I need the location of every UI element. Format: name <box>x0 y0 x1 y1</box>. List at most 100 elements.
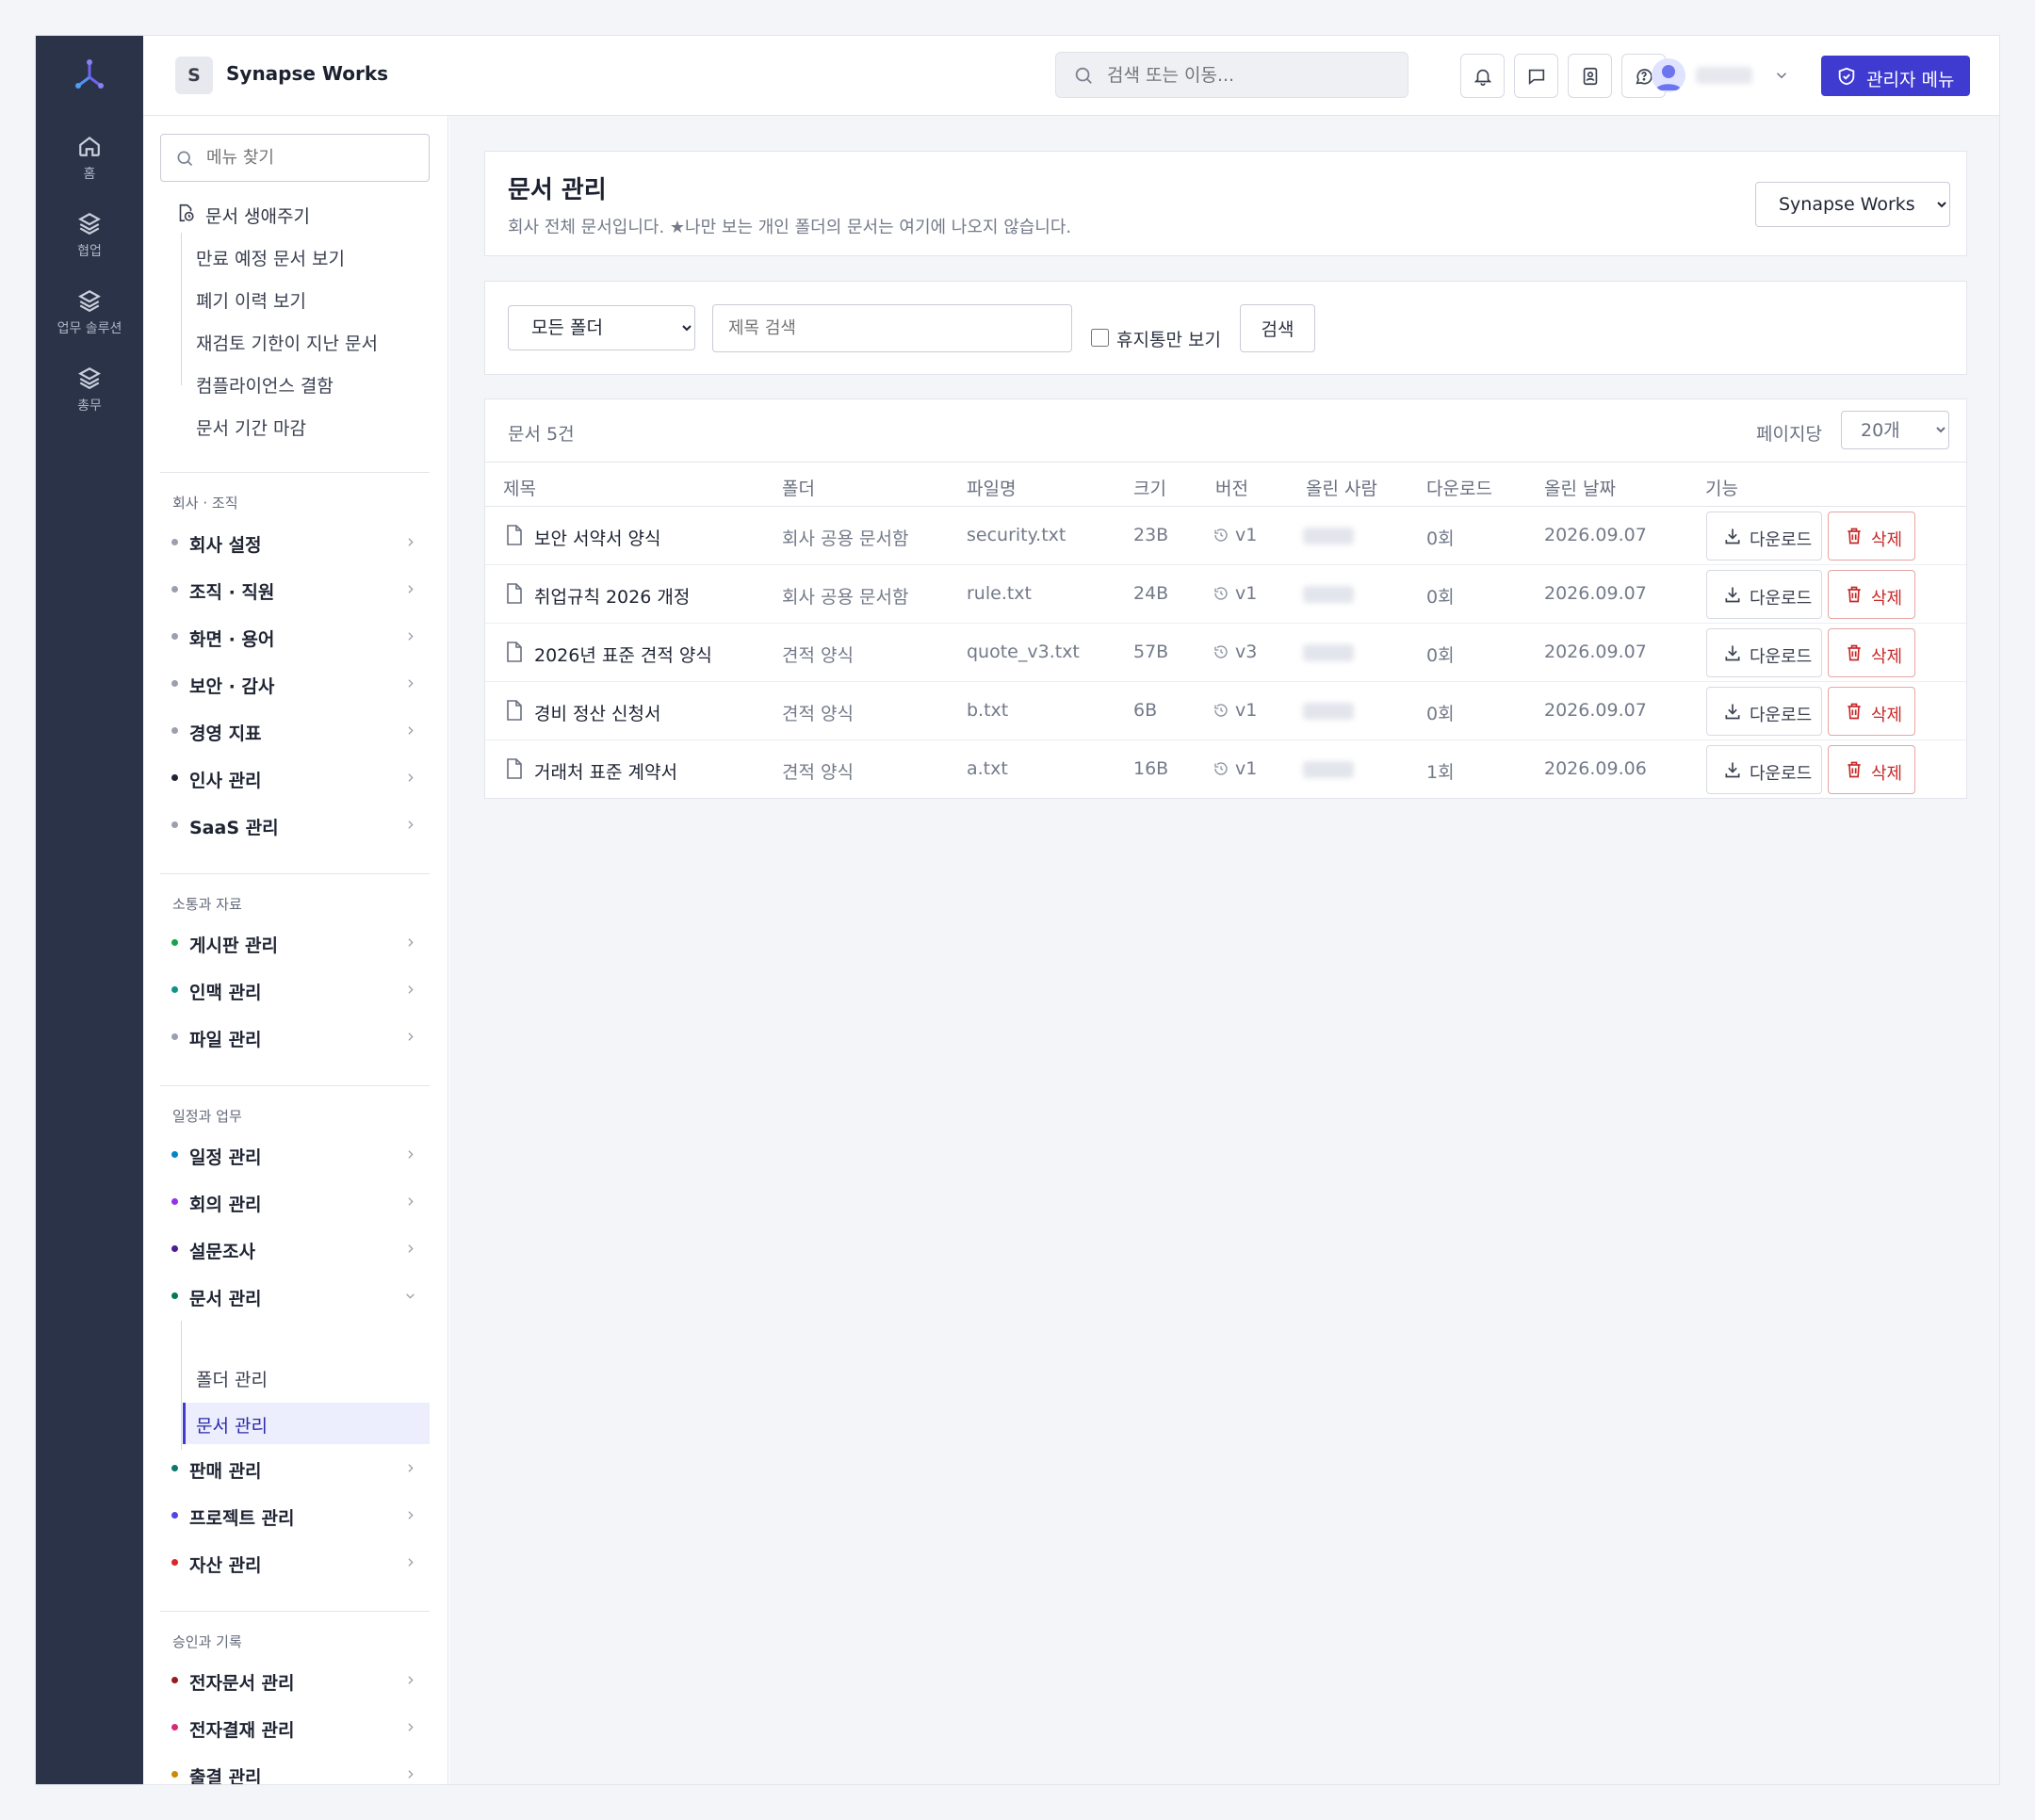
lifecycle-item[interactable]: 만료 예정 문서 보기 <box>196 245 345 270</box>
rail-item-solutions[interactable]: 업무 솔루션 <box>36 288 143 337</box>
nav-item-saas[interactable]: SaaS 관리 <box>160 806 430 842</box>
delete-button[interactable]: 삭제 <box>1828 687 1915 736</box>
file-icon <box>507 583 522 604</box>
cell-size: 57B <box>1133 642 1169 662</box>
cell-date: 2026.09.07 <box>1544 525 1647 545</box>
nav-item-schedule[interactable]: 일정 관리 <box>160 1136 430 1172</box>
messages-button[interactable] <box>1514 54 1558 98</box>
nav-item-sales[interactable]: 판매 관리 <box>160 1450 430 1486</box>
title-search-input[interactable] <box>712 304 1072 352</box>
rail-item-collab[interactable]: 협업 <box>36 211 143 260</box>
cell-folder: 견적 양식 <box>782 645 854 666</box>
menu-search-input[interactable] <box>206 135 423 181</box>
nav-label: 회의 관리 <box>189 1194 262 1215</box>
folder-select[interactable]: 모든 폴더 <box>508 305 695 350</box>
nav-item-files[interactable]: 파일 관리 <box>160 1018 430 1054</box>
sub-item-folder-mgmt[interactable]: 폴더 관리 <box>196 1366 268 1391</box>
bell-icon <box>1473 69 1492 86</box>
table-row[interactable]: 보안 서약서 양식 회사 공용 문서함 security.txt 23B v1 … <box>485 507 1966 565</box>
section-divider <box>160 1085 430 1086</box>
column-header: 기능 <box>1705 479 1738 499</box>
column-header: 버전 <box>1215 479 1248 499</box>
nav-item-meeting[interactable]: 회의 관리 <box>160 1183 430 1219</box>
rail-item-general[interactable]: 총무 <box>36 366 143 414</box>
download-button[interactable]: 다운로드 <box>1706 745 1822 794</box>
lifecycle-item[interactable]: 문서 기간 마감 <box>196 414 306 440</box>
chevron-right-icon <box>408 1676 414 1684</box>
cell-title[interactable]: 보안 서약서 양식 <box>534 525 660 550</box>
download-button[interactable]: 다운로드 <box>1706 570 1822 619</box>
menu-search[interactable] <box>160 134 430 182</box>
uploader-redacted <box>1303 761 1354 778</box>
nav-item-mgmt-metrics[interactable]: 경영 지표 <box>160 712 430 748</box>
cell-title[interactable]: 취업규칙 2026 개정 <box>534 583 690 609</box>
nav-item-screen-terms[interactable]: 화면 · 용어 <box>160 618 430 654</box>
nav-dot <box>171 1559 178 1566</box>
global-search[interactable] <box>1055 52 1408 98</box>
cell-title[interactable]: 경비 정산 신청서 <box>534 700 660 725</box>
section-title: 소통과 자료 <box>172 896 242 913</box>
lifecycle-item[interactable]: 폐기 이력 보기 <box>196 287 306 313</box>
table-body: 보안 서약서 양식 회사 공용 문서함 security.txt 23B v1 … <box>485 507 1966 799</box>
lifecycle-item[interactable]: 컴플라이언스 결함 <box>196 372 334 398</box>
download-button[interactable]: 다운로드 <box>1706 512 1822 561</box>
app-logo-icon[interactable] <box>72 57 107 92</box>
nav-item-e-approval[interactable]: 전자결재 관리 <box>160 1709 430 1745</box>
nav-label: 보안 · 감사 <box>189 676 275 697</box>
nav-dot <box>171 1292 178 1299</box>
chevron-down-icon[interactable] <box>1773 67 1790 84</box>
download-button[interactable]: 다운로드 <box>1706 628 1822 677</box>
global-search-input[interactable] <box>1107 53 1399 97</box>
cell-title[interactable]: 2026년 표준 견적 양식 <box>534 642 712 667</box>
nav-item-attendance[interactable]: 출결 관리 <box>160 1756 430 1784</box>
nav-label: 조직 · 직원 <box>189 582 275 603</box>
nav-label: 전자문서 관리 <box>189 1673 295 1694</box>
lifecycle-item[interactable]: 재검토 기한이 지난 문서 <box>196 330 378 355</box>
nav-label: 판매 관리 <box>189 1461 262 1482</box>
nav-item-security-audit[interactable]: 보안 · 감사 <box>160 665 430 701</box>
uploader-redacted <box>1303 644 1354 661</box>
delete-button[interactable]: 삭제 <box>1828 512 1915 561</box>
download-icon <box>1725 762 1740 778</box>
nav-dot <box>171 680 178 687</box>
contacts-button[interactable] <box>1568 54 1612 98</box>
nav-item-survey[interactable]: 설문조사 <box>160 1230 430 1266</box>
nav-item-org-staff[interactable]: 조직 · 직원 <box>160 571 430 607</box>
delete-button[interactable]: 삭제 <box>1828 628 1915 677</box>
cell-downloads: 0회 <box>1426 704 1455 724</box>
sub-item-document-mgmt-active[interactable]: 문서 관리 <box>183 1403 430 1444</box>
download-button[interactable]: 다운로드 <box>1706 687 1822 736</box>
nav-item-network[interactable]: 인맥 관리 <box>160 971 430 1007</box>
cell-filename: security.txt <box>967 525 1066 545</box>
table-row[interactable]: 거래처 표준 계약서 견적 양식 a.txt 16B v1 1회 2026.09… <box>485 740 1966 799</box>
table-row[interactable]: 취업규칙 2026 개정 회사 공용 문서함 rule.txt 24B v1 0… <box>485 565 1966 624</box>
chevron-right-icon <box>408 1150 414 1159</box>
org-name[interactable]: Synapse Works <box>226 62 388 85</box>
avatar[interactable] <box>1652 58 1685 92</box>
notifications-button[interactable] <box>1460 54 1505 98</box>
admin-menu-button[interactable]: 관리자 메뉴 <box>1821 56 1970 96</box>
nav-item-assets[interactable]: 자산 관리 <box>160 1544 430 1580</box>
rail-item-home[interactable]: 홈 <box>36 134 143 183</box>
org-select[interactable]: Synapse Works <box>1755 182 1950 227</box>
table-row[interactable]: 2026년 표준 견적 양식 견적 양식 quote_v3.txt 57B v3… <box>485 624 1966 682</box>
nav-item-documents[interactable]: 문서 관리 <box>160 1277 430 1313</box>
uploader-redacted <box>1303 703 1354 720</box>
nav-item-board[interactable]: 게시판 관리 <box>160 924 430 960</box>
table-row[interactable]: 경비 정산 신청서 견적 양식 b.txt 6B v1 0회 2026.09.0… <box>485 682 1966 740</box>
search-button[interactable]: 검색 <box>1240 304 1315 352</box>
nav-item-company-settings[interactable]: 회사 설정 <box>160 524 430 560</box>
nav-dot <box>171 1771 178 1778</box>
cell-title[interactable]: 거래처 표준 계약서 <box>534 758 677 784</box>
nav-item-hr[interactable]: 인사 관리 <box>160 759 430 795</box>
top-bar: S Synapse Works 관리자 메뉴 <box>143 36 1999 116</box>
section-divider <box>160 472 430 473</box>
nav-item-project[interactable]: 프로젝트 관리 <box>160 1497 430 1533</box>
per-page-select[interactable]: 20개 <box>1841 411 1949 449</box>
delete-button[interactable]: 삭제 <box>1828 570 1915 619</box>
trash-icon <box>1848 586 1861 603</box>
delete-button[interactable]: 삭제 <box>1828 745 1915 794</box>
nav-item-e-docs[interactable]: 전자문서 관리 <box>160 1662 430 1698</box>
nav-dot <box>171 1724 178 1731</box>
trash-only-checkbox[interactable] <box>1091 329 1109 347</box>
